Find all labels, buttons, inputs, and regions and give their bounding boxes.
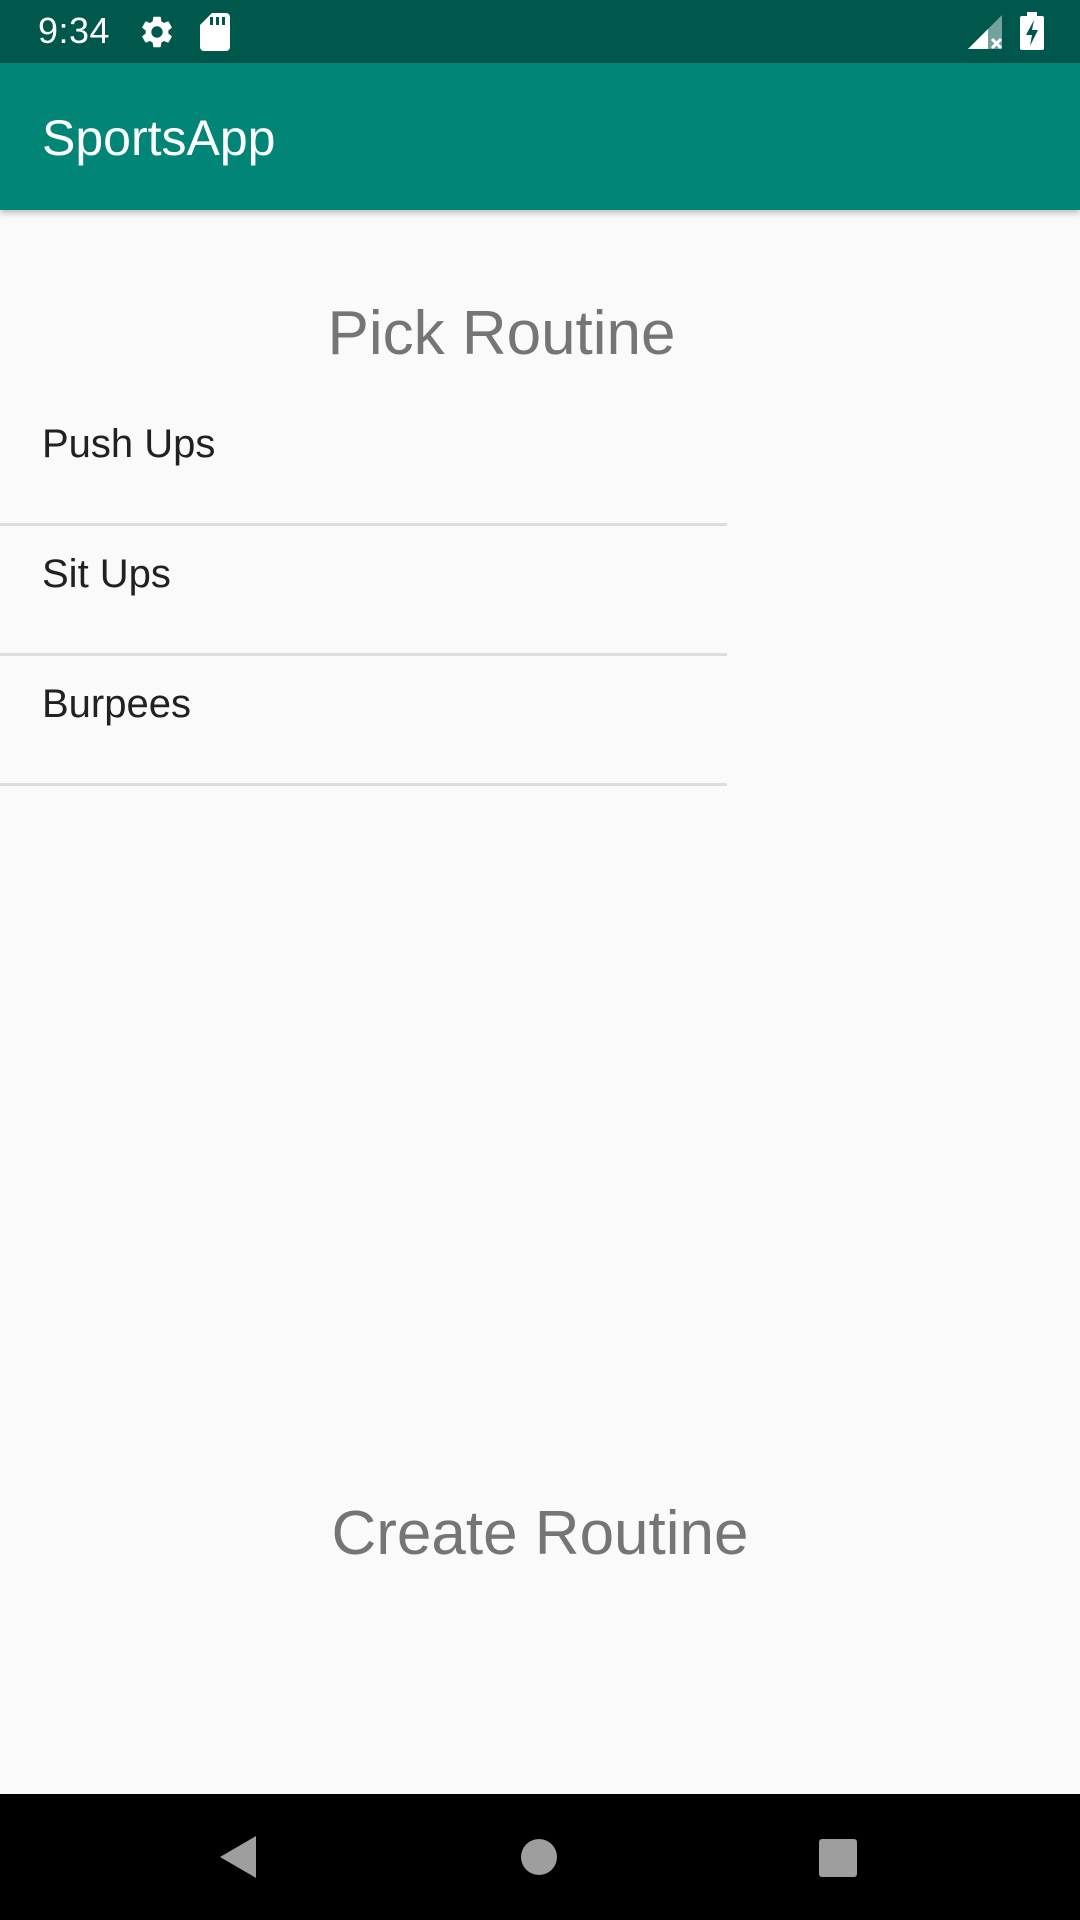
create-routine-button[interactable]: Create Routine	[290, 1498, 790, 1578]
home-icon[interactable]	[520, 1838, 558, 1876]
pick-routine-title: Pick Routine	[327, 299, 676, 368]
signal-icon	[968, 15, 1003, 50]
battery-charging-icon	[1020, 12, 1044, 50]
routine-item-burpees[interactable]: Burpees	[0, 656, 727, 786]
back-icon[interactable]	[218, 1834, 258, 1880]
routine-item-label: Burpees	[42, 682, 191, 726]
status-time: 9:34	[38, 10, 111, 51]
navigation-bar	[0, 1794, 1080, 1920]
routine-item-push-ups[interactable]: Push Ups	[0, 396, 727, 526]
routine-list: Push Ups Sit Ups Burpees	[0, 396, 727, 786]
routine-item-label: Push Ups	[42, 422, 216, 466]
gear-icon	[142, 16, 172, 48]
app-title: SportsApp	[42, 110, 276, 166]
sd-card-icon	[200, 13, 230, 51]
status-bar: 9:34	[0, 0, 1080, 63]
recents-icon[interactable]	[818, 1838, 858, 1878]
routine-item-label: Sit Ups	[42, 552, 171, 596]
routine-item-sit-ups[interactable]: Sit Ups	[0, 526, 727, 656]
app-bar: SportsApp	[0, 63, 1080, 210]
